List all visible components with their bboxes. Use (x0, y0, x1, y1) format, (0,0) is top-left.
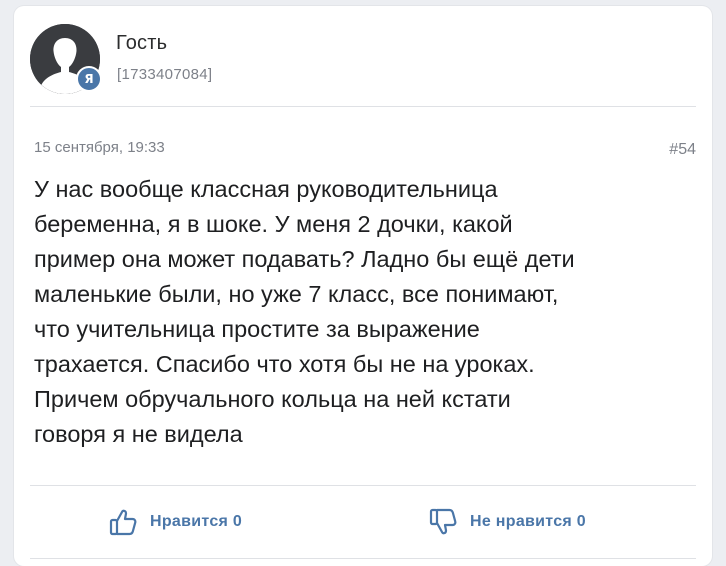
post-card: Я Гость [1733407084] 15 сентября, 19:33 … (14, 6, 712, 566)
post-number[interactable]: #54 (669, 141, 696, 159)
author-id: [1733407084] (117, 66, 213, 83)
post-text-line: говоря я не видела (34, 421, 243, 447)
like-label: Нравится 0 (150, 513, 243, 530)
post-text-line: пример она может подавать? Ладно бы ещё … (34, 246, 575, 272)
thumbs-down-icon (429, 508, 457, 535)
like-button[interactable]: Нравится 0 (108, 506, 242, 538)
bottom-divider (30, 558, 696, 559)
post-text-line: трахается. Спасибо что хотя бы не на уро… (34, 351, 535, 377)
dislike-label: Не нравится 0 (470, 513, 587, 530)
author-name[interactable]: Гость (116, 32, 167, 55)
dislike-button[interactable]: Не нравится 0 (428, 506, 586, 538)
footer-divider (30, 485, 696, 486)
post-date: 15 сентября, 19:33 (34, 139, 165, 156)
post-text: У нас вообще классная руководительница б… (34, 172, 700, 452)
post-text-line: что учительница простите за выражение (34, 316, 480, 342)
header-divider (30, 106, 696, 107)
post-header: Я Гость [1733407084] (14, 6, 712, 106)
post-text-line: беременна, я в шоке. У меня 2 дочки, как… (34, 211, 513, 237)
post-text-line: Причем обручального кольца на ней кстати (34, 386, 511, 412)
post-text-line: маленькие были, но уже 7 класс, все пони… (34, 281, 559, 307)
thumbs-up-icon (109, 509, 137, 536)
post-text-line: У нас вообще классная руководительница (34, 176, 498, 202)
badge-icon: Я (76, 66, 102, 92)
